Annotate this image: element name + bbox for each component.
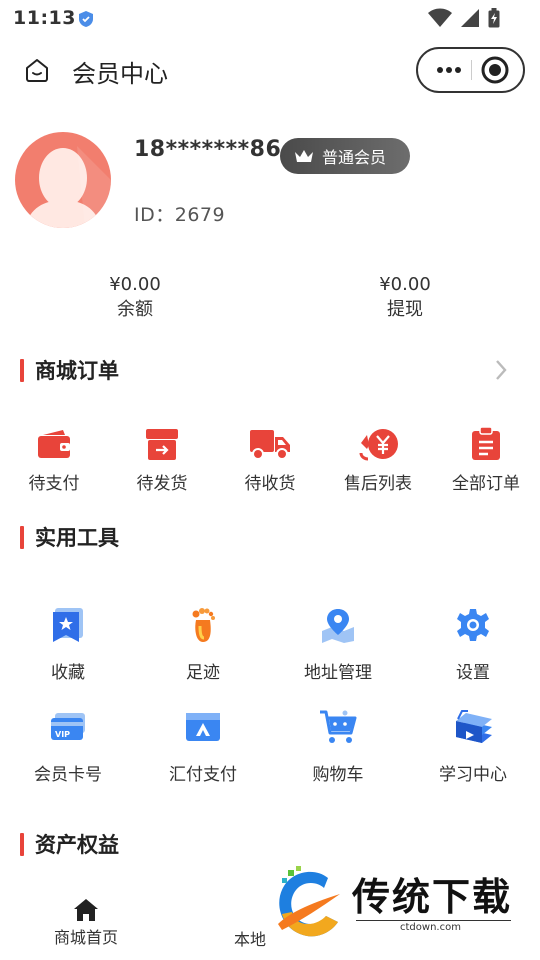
member-level-label: 普通会员 [322,148,387,167]
map-pin-icon [283,604,393,646]
watermark-logo-icon [278,866,340,937]
user-id: ID：2679 [134,204,226,226]
tool-label: 地址管理 [304,663,372,683]
tool-label: 购物车 [312,765,364,785]
home-icon[interactable] [24,58,50,86]
tool-label: 收藏 [51,663,85,683]
battery-icon [488,8,500,28]
order-all[interactable]: 全部订单 [436,426,536,494]
tab-local[interactable]: 本地 [234,926,266,950]
star-bookmark-icon [13,604,123,646]
more-icon[interactable] [436,62,462,82]
tool-member-card[interactable]: VIP 会员卡号 [13,706,123,785]
balance-label: 余额 [117,299,153,320]
withdraw-amount: ¥0.00 [379,274,431,295]
withdraw-item[interactable]: ¥0.00 提现 [355,272,455,322]
watermark-text: 传统下载 [352,875,513,919]
order-label: 待收货 [244,474,296,494]
tool-cart[interactable]: 购物车 [283,706,393,785]
tool-label: 足迹 [186,663,220,683]
box-icon [112,426,212,462]
order-label: 待发货 [136,474,188,494]
page-title: 会员中心 [72,60,168,88]
user-phone: 18*******86 [134,137,282,162]
payment-card-icon [148,706,258,748]
svg-text:VIP: VIP [55,730,70,739]
wifi-icon [428,8,452,27]
tool-learning-center[interactable]: 学习中心 [418,706,528,785]
order-label: 售后列表 [344,474,412,494]
status-time: 11:13 [13,7,76,29]
balance-item[interactable]: ¥0.00 余额 [85,272,185,322]
watermark-line [356,920,511,921]
shield-icon [78,10,94,32]
app-header: 会员中心 [0,40,540,100]
signal-icon [461,9,479,27]
mini-program-capsule [416,47,525,93]
watermark-url: ctdown.com [396,922,465,933]
tool-label: 会员卡号 [34,765,102,785]
home-filled-icon [54,898,118,924]
order-pending-shipment[interactable]: 待发货 [112,426,212,494]
tab-mall-home[interactable]: 商城首页 [54,898,118,948]
tool-footprint[interactable]: 足迹 [148,604,258,683]
member-level-badge[interactable]: 普通会员 [280,138,410,174]
tool-huifu-pay[interactable]: 汇付支付 [148,706,258,785]
gear-icon [418,604,528,646]
section-accent-bar [20,525,24,549]
withdraw-label: 提现 [387,299,423,320]
vip-card-icon: VIP [13,706,123,748]
tab-label: 商城首页 [54,928,119,947]
order-label: 全部订单 [452,474,520,494]
watermark: 传统下载 ctdown.com [266,862,526,946]
footprint-icon [148,604,258,646]
tool-address[interactable]: 地址管理 [283,604,393,683]
section-header-assets: 资产权益 [20,832,119,857]
cart-icon [283,706,393,748]
order-pending-payment[interactable]: 待支付 [4,426,104,494]
avatar[interactable] [15,132,111,228]
section-accent-bar [20,832,24,856]
tool-label: 设置 [456,663,490,683]
tab-label: 本地 [234,930,267,949]
wallet-icon [4,426,104,462]
capsule-divider [471,60,472,80]
chevron-right-icon[interactable] [494,358,508,386]
section-accent-bar [20,358,24,382]
order-after-sales[interactable]: 售后列表 [328,426,428,494]
tool-settings[interactable]: 设置 [418,604,528,683]
truck-icon [220,426,320,462]
status-icons [428,8,500,28]
status-bar: 11:13 [0,0,540,36]
section-title: 商城订单 [35,359,119,383]
refund-icon [328,426,428,462]
order-label: 待支付 [28,474,80,494]
books-icon [418,706,528,748]
crown-icon [295,150,313,162]
section-header-tools: 实用工具 [20,525,119,550]
section-title: 实用工具 [35,526,119,550]
order-pending-receipt[interactable]: 待收货 [220,426,320,494]
close-target-icon[interactable] [481,56,509,88]
balance-amount: ¥0.00 [109,274,161,295]
tool-label: 汇付支付 [169,765,237,785]
tool-favorites[interactable]: 收藏 [13,604,123,683]
clipboard-icon [436,426,536,462]
tool-label: 学习中心 [439,765,507,785]
section-header-orders: 商城订单 [20,358,119,383]
section-title: 资产权益 [35,833,119,857]
